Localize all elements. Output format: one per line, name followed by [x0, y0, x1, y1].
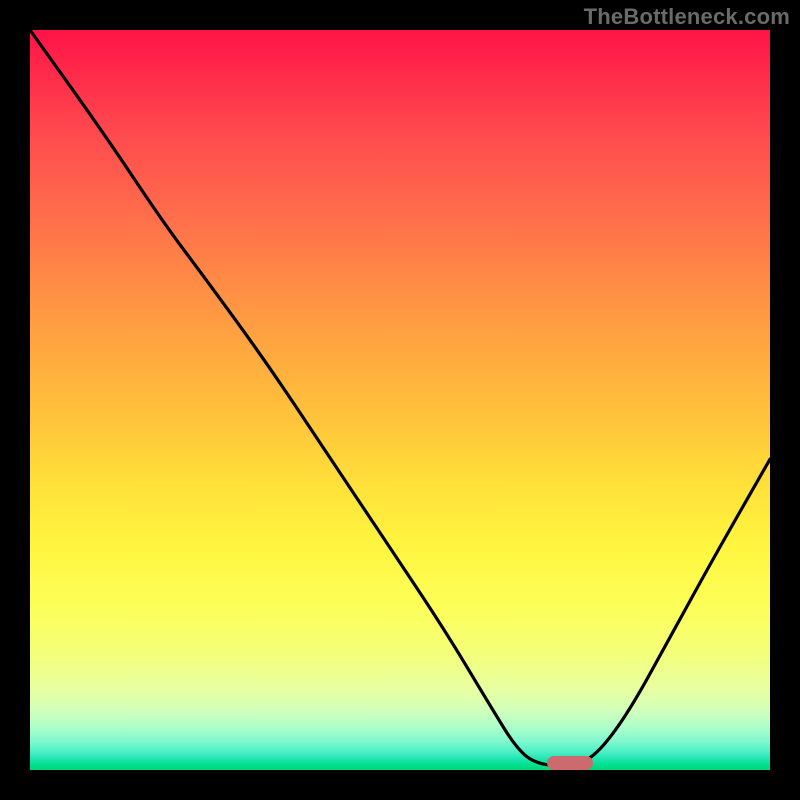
- watermark-text: TheBottleneck.com: [584, 4, 790, 30]
- current-point-marker: [547, 756, 593, 770]
- chart-frame: TheBottleneck.com: [0, 0, 800, 800]
- bottleneck-curve: [30, 30, 770, 770]
- plot-area: [30, 30, 770, 770]
